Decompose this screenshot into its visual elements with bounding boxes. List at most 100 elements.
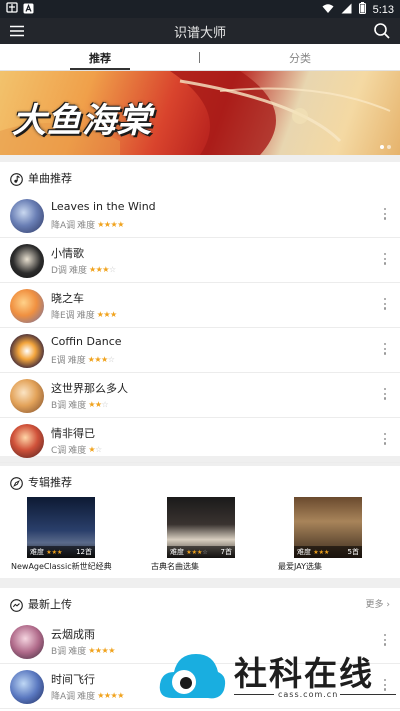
difficulty-label: 难度 [297, 548, 311, 556]
section-title: 单曲推荐 [28, 172, 72, 185]
more-options-icon[interactable] [383, 433, 387, 447]
song-meta: E调 难度 ★★★☆ [51, 353, 115, 366]
difficulty-label: 难度 [68, 266, 87, 276]
tab-recommend[interactable]: 推荐 [89, 50, 111, 66]
more-options-icon[interactable] [383, 343, 387, 357]
song-row[interactable]: 情非得已 C调 难度 ★☆ [0, 418, 400, 463]
cloud-logo-icon [159, 654, 226, 699]
app-title: 识谱大师 [173, 26, 226, 41]
song-key: B调 [51, 647, 67, 657]
song-cover [10, 670, 44, 704]
album-count: 7首 [220, 548, 232, 556]
song-cover [10, 424, 44, 458]
difficulty-label: 难度 [76, 311, 95, 321]
difficulty-label: 难度 [68, 401, 87, 411]
difficulty-label: 难度 [170, 548, 184, 556]
difficulty-stars: ★★★☆ [87, 355, 115, 364]
difficulty-label: 难度 [67, 356, 86, 366]
more-label: 更多 [365, 600, 384, 610]
song-name: 时间飞行 [51, 673, 95, 686]
difficulty-label: 难度 [68, 446, 87, 456]
more-link[interactable]: 更多 › [366, 597, 390, 610]
song-cover [10, 289, 44, 323]
album-overlay: 难度 ★★★ 5首 [294, 546, 362, 558]
difficulty-stars: ★★★★ [88, 646, 115, 655]
song-name: 情非得已 [51, 427, 95, 440]
album-cover: 难度 ★★★☆ 7首 [167, 497, 235, 558]
song-row[interactable]: 小情歌 D调 难度 ★★★☆ [0, 238, 400, 283]
song-name: Leaves in the Wind [51, 200, 156, 213]
song-row[interactable]: Leaves in the Wind 降A调 难度 ★★★★ [0, 193, 400, 238]
difficulty-stars: ★★★ [46, 549, 63, 556]
song-meta: D调 难度 ★★★☆ [51, 263, 116, 276]
difficulty-stars: ★★★☆ [186, 549, 208, 556]
watermark-text: 社科在线 [234, 654, 374, 693]
difficulty-label: 难度 [77, 221, 96, 231]
song-key: 降A调 [51, 221, 76, 231]
wifi-icon [322, 3, 334, 17]
notification-icon [6, 2, 18, 18]
song-row[interactable]: 这世界那么多人 B调 难度 ★★☆ [0, 373, 400, 418]
song-row[interactable]: Coffin Dance E调 难度 ★★★☆ [0, 328, 400, 373]
messenger-icon [10, 597, 23, 612]
albums-header: 专辑推荐 [0, 466, 400, 496]
difficulty-label: 难度 [77, 692, 96, 702]
difficulty-stars: ★★☆ [88, 400, 109, 409]
song-cover [10, 379, 44, 413]
banner-carousel[interactable]: 大鱼海棠 [0, 71, 400, 155]
compass-icon [10, 475, 23, 490]
watermark-rule [340, 694, 396, 695]
song-meta: B调 难度 ★★☆ [51, 398, 109, 411]
album-name: 古典名曲选集 [151, 562, 199, 571]
singles-header: 单曲推荐 [0, 162, 400, 192]
banner-title: 大鱼海棠 [12, 101, 152, 141]
difficulty-stars: ★★★☆ [88, 265, 116, 274]
albums-section: 专辑推荐 难度 ★★★ 12首 NewAgeClassic新世纪经典 难度 ★★★☆ 7… [0, 466, 400, 578]
difficulty-label: 难度 [68, 647, 87, 657]
music-note-icon [10, 171, 23, 186]
tab-category[interactable]: 分类 [289, 50, 311, 66]
album-cover: 难度 ★★★ 12首 [27, 497, 95, 558]
song-key: E调 [51, 356, 66, 366]
watermark-url: cass.com.cn [278, 690, 339, 699]
search-icon[interactable] [373, 22, 391, 40]
album-cover: 难度 ★★★ 5首 [294, 497, 362, 558]
song-key: D调 [51, 266, 67, 276]
song-meta: 降E调 难度 ★★★ [51, 308, 117, 321]
difficulty-label: 难度 [30, 548, 44, 556]
difficulty-stars: ★★★★ [97, 691, 124, 700]
more-options-icon[interactable] [383, 253, 387, 267]
song-name: 云烟成雨 [51, 628, 95, 641]
signal-icon [341, 3, 352, 17]
more-options-icon[interactable] [383, 298, 387, 312]
battery-icon [358, 2, 366, 17]
album-name: NewAgeClassic新世纪经典 [11, 562, 112, 571]
status-bar: 5:13 [0, 0, 400, 18]
song-name: 晓之车 [51, 292, 84, 305]
more-options-icon[interactable] [383, 388, 387, 402]
difficulty-stars: ★★★ [96, 310, 118, 319]
song-row[interactable]: 晓之车降E调 难度 ★★★ [0, 283, 400, 328]
watermark-rule [234, 694, 274, 695]
section-title: 最新上传 [28, 598, 72, 611]
latest-header: 最新上传 更多 › [0, 588, 400, 618]
tab-indicator [70, 68, 130, 70]
app-icon [23, 3, 34, 18]
song-key: 降E调 [51, 311, 75, 321]
album-name: 最爱JAY选集 [278, 562, 322, 571]
song-name: 这世界那么多人 [51, 382, 128, 395]
song-meta: B调 难度 ★★★★ [51, 644, 115, 657]
pager-dot [387, 145, 391, 149]
more-options-icon[interactable] [383, 208, 387, 222]
difficulty-stars: ★☆ [88, 445, 102, 454]
song-name: 小情歌 [51, 247, 84, 260]
section-title: 专辑推荐 [28, 476, 72, 489]
pager-dot [380, 145, 384, 149]
song-name: Coffin Dance [51, 335, 122, 348]
song-cover [10, 625, 44, 659]
song-meta: 降A调 难度 ★★★★ [51, 689, 124, 702]
singles-section: 单曲推荐 Leaves in the Wind 降A调 难度 ★★★★ 小情歌 D调 难度… [0, 162, 400, 463]
song-key: B调 [51, 401, 67, 411]
song-cover [10, 244, 44, 278]
song-meta: 降A调 难度 ★★★★ [51, 218, 124, 231]
